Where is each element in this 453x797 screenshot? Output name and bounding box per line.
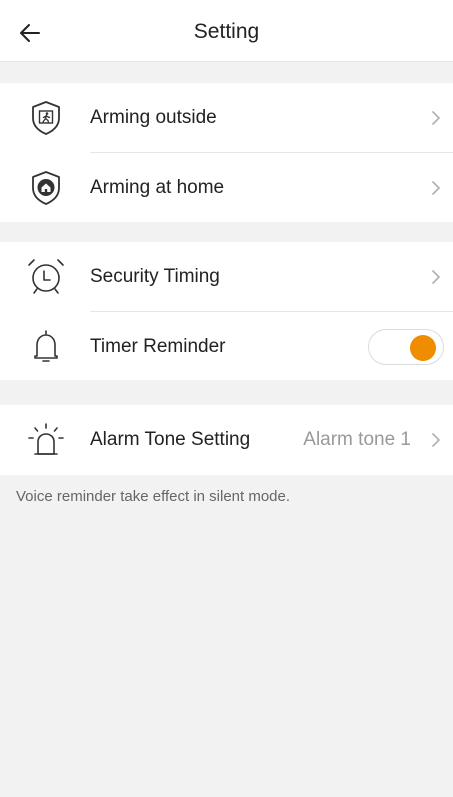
- top-bar: Setting: [0, 0, 453, 62]
- chevron-right-icon: [432, 181, 440, 195]
- arming-at-home-label: Arming at home: [90, 177, 225, 198]
- chevron-right-icon: [432, 270, 440, 284]
- arming-group: Arming outside Arming at home: [0, 83, 453, 222]
- siren-icon: [24, 418, 68, 462]
- alarm-tone-setting-item[interactable]: Alarm Tone Setting Alarm tone 1: [0, 405, 453, 475]
- timing-group: Security Timing Timer Reminder: [0, 242, 453, 380]
- timer-reminder-toggle[interactable]: [368, 329, 444, 365]
- arming-at-home-item[interactable]: Arming at home: [0, 153, 453, 223]
- chevron-right-icon: [432, 111, 440, 125]
- silent-mode-note: Voice reminder take effect in silent mod…: [16, 488, 291, 505]
- alarm-tone-setting-label: Alarm Tone Setting: [90, 429, 251, 450]
- shield-house-icon: [24, 166, 68, 210]
- arming-outside-item[interactable]: Arming outside: [0, 83, 453, 153]
- alarm-tone-group: Alarm Tone Setting Alarm tone 1: [0, 405, 453, 475]
- page-title: Setting: [193, 20, 260, 43]
- timer-reminder-label: Timer Reminder: [90, 336, 226, 357]
- security-timing-label: Security Timing: [90, 266, 220, 287]
- alarm-clock-icon: [24, 255, 68, 299]
- security-timing-item[interactable]: Security Timing: [0, 242, 453, 312]
- shield-walking-person-icon: [24, 96, 68, 140]
- chevron-right-icon: [432, 433, 440, 447]
- bell-icon: [24, 325, 68, 369]
- toggle-knob: [410, 335, 436, 361]
- alarm-tone-value: Alarm tone 1: [303, 429, 411, 450]
- timer-reminder-item: Timer Reminder: [0, 312, 453, 382]
- arming-outside-label: Arming outside: [90, 107, 217, 128]
